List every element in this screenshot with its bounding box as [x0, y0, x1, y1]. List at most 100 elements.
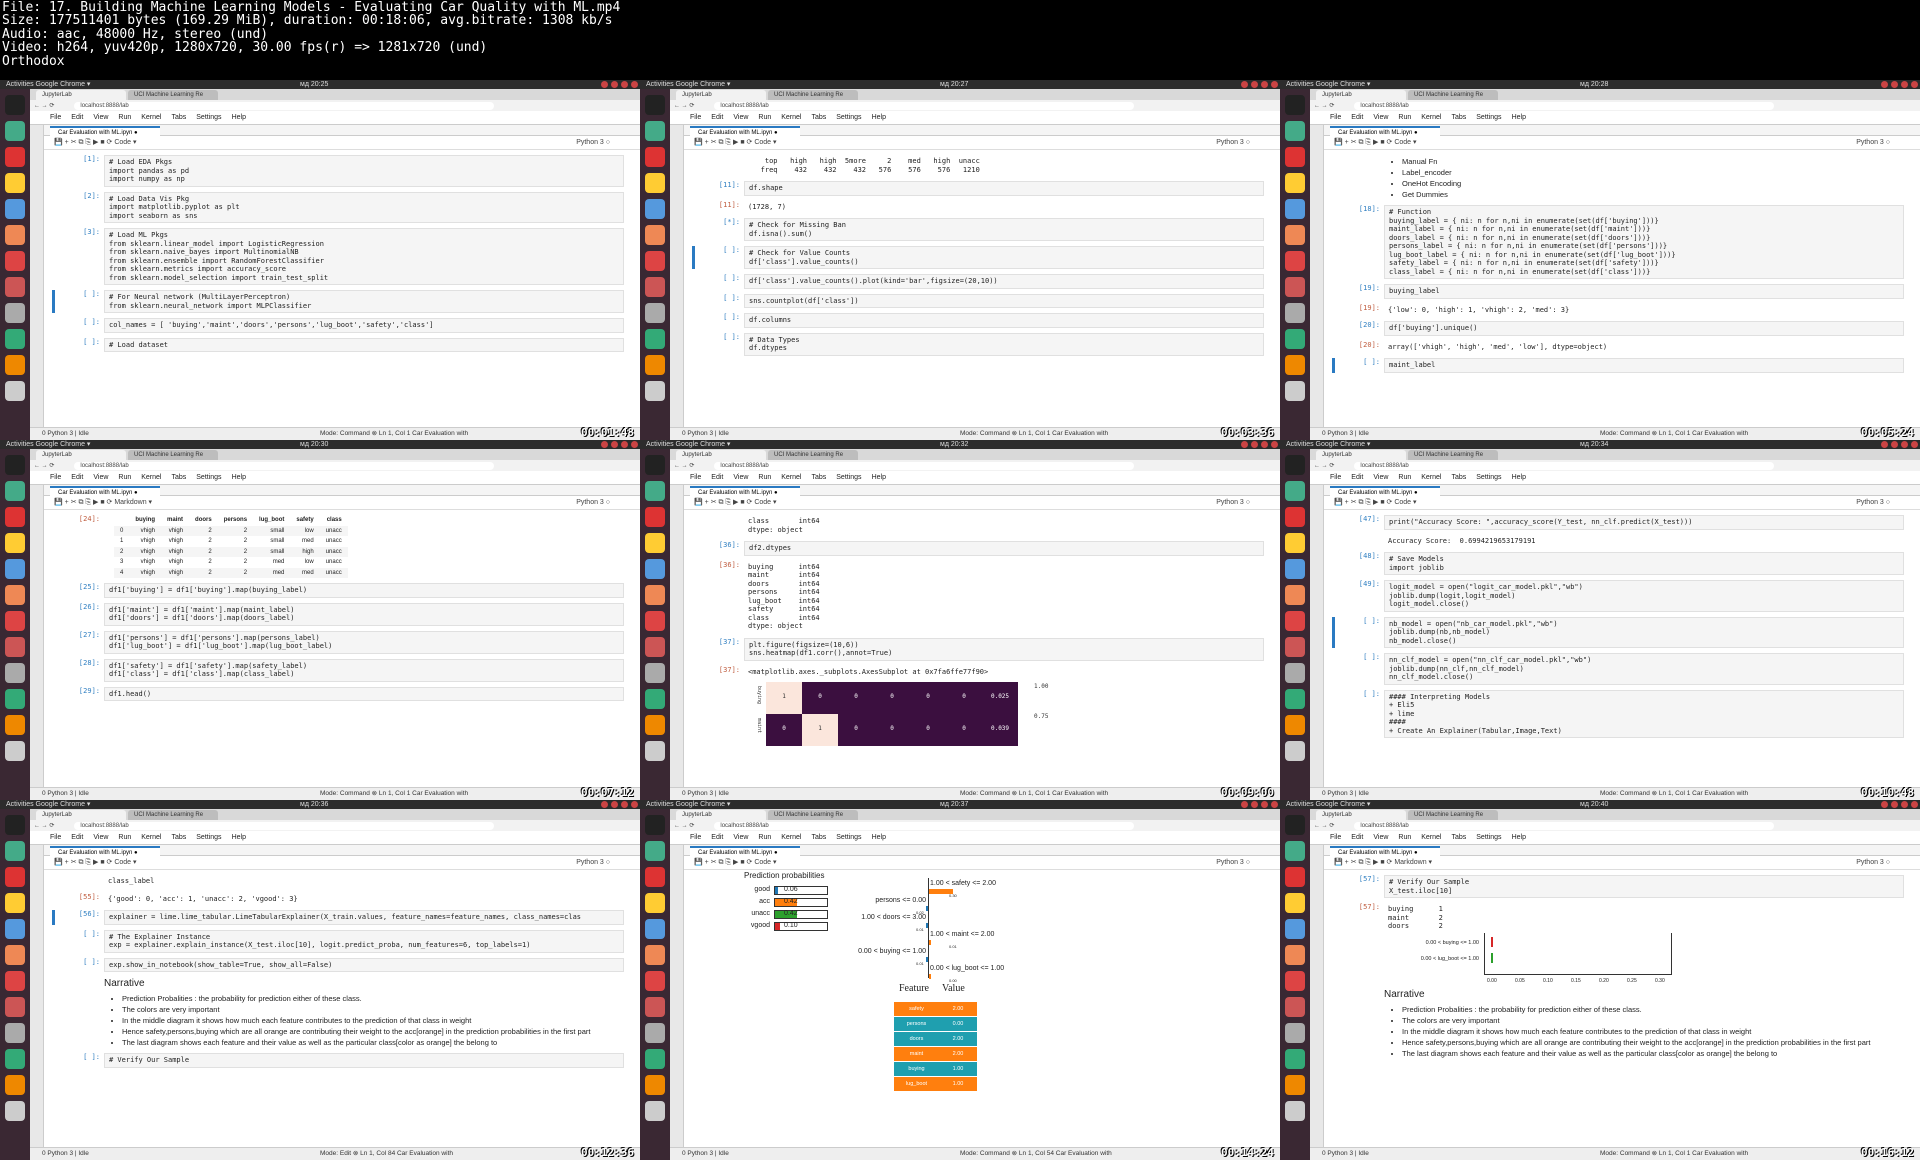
browser-tab-uci[interactable]: UCI Machine Learning Re: [768, 810, 858, 820]
launcher-app-icon[interactable]: [5, 381, 25, 401]
tray-icon[interactable]: [1901, 81, 1908, 88]
menu-item-kernel[interactable]: Kernel: [1421, 114, 1441, 121]
notebook-cell[interactable]: [49]: logit_model = open("logit_car_model…: [1359, 580, 1904, 612]
notebook-tab[interactable]: Car Evaluation with ML.ipyn ●: [1330, 846, 1440, 856]
launcher-app-icon[interactable]: [5, 741, 25, 761]
launcher-app-icon[interactable]: [5, 481, 25, 501]
menu-item-help[interactable]: Help: [872, 114, 886, 121]
launcher-app-icon[interactable]: [5, 173, 25, 193]
tray-icon[interactable]: [601, 81, 608, 88]
code-input[interactable]: df2.dtypes: [744, 541, 1264, 556]
notebook-cell[interactable]: [ ]: col_names = [ 'buying','maint','door…: [83, 318, 624, 333]
code-input[interactable]: df1['persons'] = df1['persons'].map(pers…: [104, 630, 624, 654]
menu-item-tabs[interactable]: Tabs: [1451, 474, 1466, 481]
code-input[interactable]: logit_model = open("logit_car_model.pkl"…: [1384, 580, 1904, 612]
menu-item-settings[interactable]: Settings: [1476, 834, 1501, 841]
launcher-app-icon[interactable]: [1285, 507, 1305, 527]
launcher-app-icon[interactable]: [1285, 455, 1305, 475]
launcher-app-icon[interactable]: [645, 841, 665, 861]
nav-buttons-icon[interactable]: ← → ⟳: [674, 822, 694, 829]
tray-icon[interactable]: [1911, 441, 1918, 448]
launcher-app-icon[interactable]: [645, 1101, 665, 1121]
notebook-cell[interactable]: [ ]: # For Neural network (MultiLayerPerc…: [52, 290, 624, 313]
notebook-cell[interactable]: [ ]: maint_label: [1332, 358, 1904, 373]
url-input[interactable]: localhost:8888/lab: [1354, 461, 1775, 470]
tray-icon[interactable]: [601, 441, 608, 448]
tray-icon[interactable]: [631, 81, 638, 88]
tray-icon[interactable]: [1241, 801, 1248, 808]
code-input[interactable]: plt.figure(figsize=(10,6)) sns.heatmap(d…: [744, 637, 1264, 661]
menu-item-view[interactable]: View: [1373, 474, 1388, 481]
launcher-app-icon[interactable]: [1285, 95, 1305, 115]
menu-item-kernel[interactable]: Kernel: [781, 474, 801, 481]
code-input[interactable]: # The Explainer Instance exp = explainer…: [104, 929, 624, 953]
notebook-tab[interactable]: Car Evaluation with ML.ipyn ●: [50, 486, 160, 496]
launcher-app-icon[interactable]: [645, 173, 665, 193]
browser-tab-uci[interactable]: UCI Machine Learning Re: [1408, 450, 1498, 460]
menu-item-help[interactable]: Help: [872, 474, 886, 481]
menu-item-kernel[interactable]: Kernel: [141, 114, 161, 121]
launcher-app-icon[interactable]: [5, 841, 25, 861]
notebook-cell[interactable]: [36]: df2.dtypes: [719, 541, 1264, 556]
toolbar-icons[interactable]: 💾 + ✂ ⧉ ⎘ ▶ ■ ⟳: [694, 859, 754, 866]
menu-item-settings[interactable]: Settings: [836, 834, 861, 841]
menu-item-run[interactable]: Run: [118, 834, 131, 841]
launcher-app-icon[interactable]: [1285, 945, 1305, 965]
code-input[interactable]: df['class'].value_counts().plot(kind='ba…: [744, 274, 1264, 289]
url-input[interactable]: localhost:8888/lab: [714, 461, 1135, 470]
menu-item-settings[interactable]: Settings: [196, 474, 221, 481]
menu-item-file[interactable]: File: [1330, 114, 1341, 121]
launcher-app-icon[interactable]: [5, 1023, 25, 1043]
launcher-app-icon[interactable]: [1285, 815, 1305, 835]
menu-item-edit[interactable]: Edit: [71, 834, 83, 841]
code-input[interactable]: # Load dataset: [104, 337, 624, 352]
launcher-app-icon[interactable]: [645, 919, 665, 939]
code-input[interactable]: df['buying'].unique(): [1384, 321, 1904, 336]
cell-type-select[interactable]: Code ▾: [114, 139, 136, 146]
launcher-app-icon[interactable]: [1285, 585, 1305, 605]
menu-item-view[interactable]: View: [93, 114, 108, 121]
notebook-cell[interactable]: [11]: df.shape: [719, 181, 1264, 196]
menu-item-edit[interactable]: Edit: [711, 834, 723, 841]
tray-icon[interactable]: [631, 441, 638, 448]
notebook-cell[interactable]: [27]: df1['persons'] = df1['persons'].map…: [79, 630, 624, 654]
code-input[interactable]: # Save Models import joblib: [1384, 552, 1904, 575]
code-input[interactable]: # Function buying_label = { ni: n for n,…: [1384, 205, 1904, 279]
launcher-app-icon[interactable]: [1285, 893, 1305, 913]
code-input[interactable]: exp.show_in_notebook(show_table=True, sh…: [104, 957, 624, 972]
launcher-app-icon[interactable]: [5, 329, 25, 349]
tray-icon[interactable]: [621, 801, 628, 808]
menu-item-help[interactable]: Help: [232, 474, 246, 481]
tray-icon[interactable]: [1911, 81, 1918, 88]
menu-item-tabs[interactable]: Tabs: [811, 114, 826, 121]
code-input[interactable]: df1['buying'] = df1['buying'].map(buying…: [104, 583, 624, 598]
url-input[interactable]: localhost:8888/lab: [74, 821, 495, 830]
code-input[interactable]: #### Interpreting Models + Eli5 + lime #…: [1384, 689, 1904, 738]
launcher-app-icon[interactable]: [1285, 1023, 1305, 1043]
tray-icon[interactable]: [611, 801, 618, 808]
launcher-app-icon[interactable]: [1285, 689, 1305, 709]
menu-item-edit[interactable]: Edit: [1351, 834, 1363, 841]
activities-button[interactable]: Activities Google Chrome ▾: [6, 81, 90, 88]
tray-icon[interactable]: [1241, 81, 1248, 88]
code-input[interactable]: # Verify Our Sample: [104, 1053, 624, 1068]
menu-item-view[interactable]: View: [733, 114, 748, 121]
launcher-app-icon[interactable]: [645, 893, 665, 913]
launcher-app-icon[interactable]: [1285, 741, 1305, 761]
launcher-app-icon[interactable]: [5, 997, 25, 1017]
notebook-tab[interactable]: Car Evaluation with ML.ipyn ●: [690, 486, 800, 496]
nav-buttons-icon[interactable]: ← → ⟳: [1314, 102, 1334, 109]
tray-icon[interactable]: [1881, 801, 1888, 808]
launcher-app-icon[interactable]: [5, 1049, 25, 1069]
nav-buttons-icon[interactable]: ← → ⟳: [1314, 462, 1334, 469]
menu-item-settings[interactable]: Settings: [1476, 474, 1501, 481]
notebook-cell[interactable]: [29]: df1.head(): [79, 686, 624, 701]
browser-tab-uci[interactable]: UCI Machine Learning Re: [128, 810, 218, 820]
notebook-cell[interactable]: [ ]: nb_model = open("nb_car_model.pkl","…: [1332, 616, 1904, 648]
launcher-app-icon[interactable]: [5, 945, 25, 965]
nav-buttons-icon[interactable]: ← → ⟳: [674, 102, 694, 109]
launcher-app-icon[interactable]: [645, 455, 665, 475]
url-input[interactable]: localhost:8888/lab: [714, 101, 1135, 110]
cell-type-select[interactable]: Markdown ▾: [114, 499, 152, 506]
launcher-app-icon[interactable]: [1285, 841, 1305, 861]
